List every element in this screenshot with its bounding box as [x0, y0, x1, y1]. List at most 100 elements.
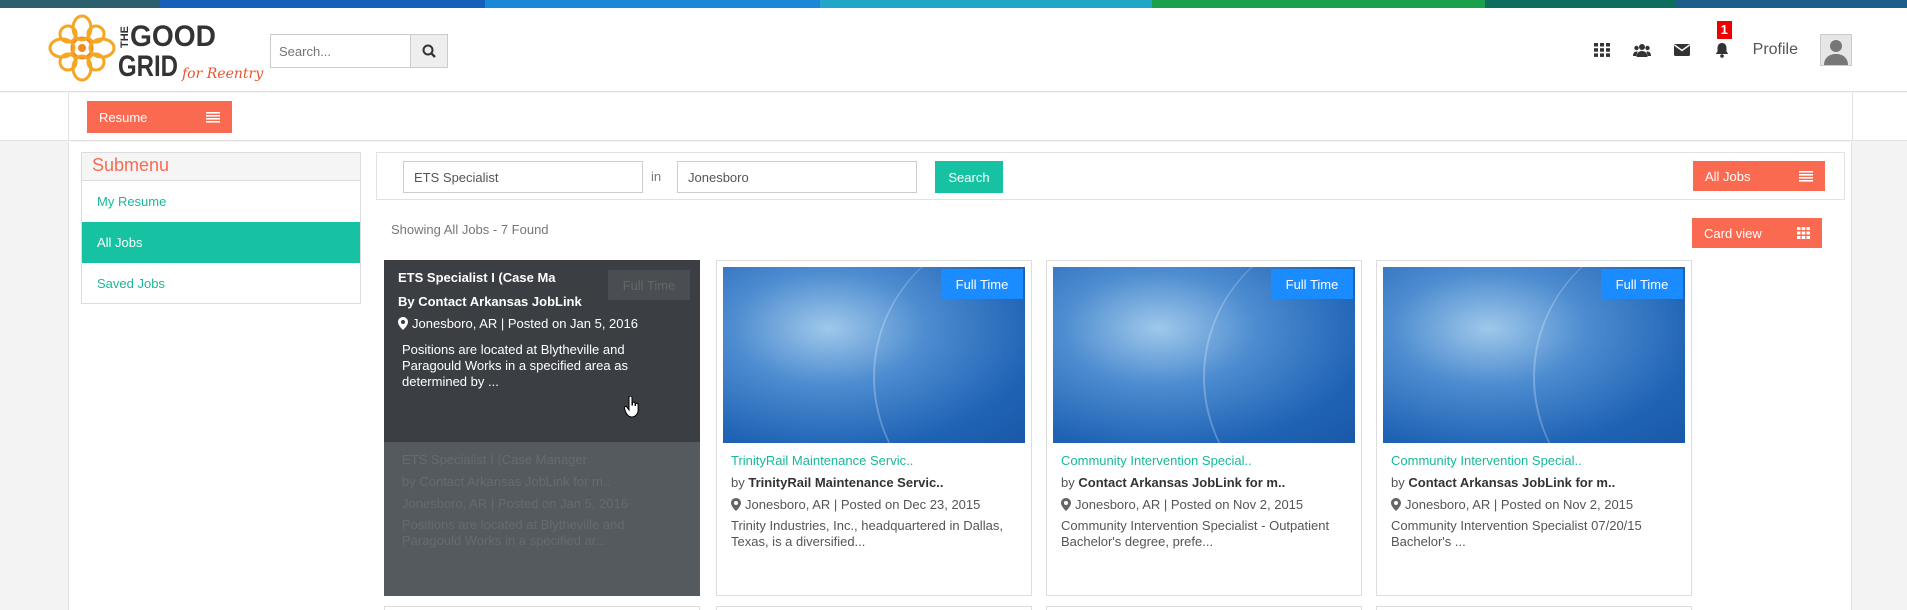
- header-nav-icons: 1 Profile: [1593, 21, 1852, 72]
- logo-good: GOOD: [130, 20, 216, 53]
- job-type-tag: Full Time: [608, 270, 690, 300]
- apps-grid-icon: [1593, 43, 1610, 57]
- job-location: Jonesboro, AR | Posted on Jan 5, 2016: [398, 316, 638, 331]
- job-title[interactable]: TrinityRail Maintenance Servic..: [731, 453, 913, 468]
- job-location-text: Jonesboro, AR | Posted on Jan 5, 2016: [412, 316, 638, 331]
- divider: [1852, 93, 1853, 141]
- envelope-icon: [1673, 44, 1690, 56]
- avatar[interactable]: [1820, 34, 1852, 66]
- job-card[interactable]: Full Time Community Intervention Special…: [1376, 260, 1692, 596]
- job-title[interactable]: Community Intervention Special..: [1391, 453, 1582, 468]
- faded-company: by Contact Arkansas JobLink for m..: [402, 474, 611, 489]
- notifications-button[interactable]: 1: [1713, 21, 1732, 59]
- job-card[interactable]: Full Time Community Intervention Special…: [1046, 260, 1362, 596]
- divider: [68, 93, 69, 141]
- apps-grid-button[interactable]: [1593, 41, 1611, 59]
- grid-view-icon: [1797, 227, 1810, 239]
- all-jobs-dropdown-button[interactable]: All Jobs: [1693, 161, 1825, 191]
- job-keyword-input[interactable]: [403, 161, 643, 193]
- list-menu-icon: [206, 111, 220, 123]
- color-segment: [820, 0, 1152, 8]
- job-location-text: Jonesboro, AR | Posted on Dec 23, 2015: [745, 497, 981, 512]
- map-marker-icon: [398, 317, 408, 330]
- results-count: Showing All Jobs - 7 Found: [391, 222, 549, 237]
- job-description: Community Intervention Specialist 07/20/…: [1391, 518, 1642, 549]
- company-name: TrinityRail Maintenance Servic..: [748, 475, 944, 490]
- color-segment: [160, 0, 485, 8]
- top-color-strip: [0, 0, 1907, 8]
- submenu-panel: Submenu My Resume All Jobs Saved Jobs: [81, 152, 361, 304]
- color-segment: [1152, 0, 1485, 8]
- submenu-title: Submenu: [82, 153, 360, 181]
- job-title[interactable]: Community Intervention Special..: [1061, 453, 1252, 468]
- map-marker-icon: [1391, 498, 1401, 511]
- hand-cursor-icon: [624, 396, 639, 418]
- job-title[interactable]: ETS Specialist I (Case Ma: [398, 270, 556, 285]
- color-segment: [0, 0, 160, 8]
- job-type-tag: Full Time: [941, 269, 1023, 299]
- job-location-text: Jonesboro, AR | Posted on Nov 2, 2015: [1405, 497, 1634, 512]
- all-jobs-button-label: All Jobs: [1705, 168, 1751, 184]
- job-location: Jonesboro, AR | Posted on Nov 2, 2015: [1061, 497, 1303, 512]
- job-filter-bar: in Search All Jobs: [376, 152, 1845, 200]
- job-company: by Contact Arkansas JobLink for m..: [1061, 475, 1285, 490]
- by-prefix: by: [1061, 475, 1075, 490]
- in-label: in: [651, 169, 662, 184]
- notification-badge: 1: [1716, 21, 1732, 39]
- by-prefix: by: [731, 475, 745, 490]
- next-row-card-edge: [716, 606, 1032, 610]
- sub-toolbar: Resume: [0, 93, 1907, 141]
- job-description: Positions are located at Blytheville and…: [402, 342, 628, 389]
- job-type-tag: Full Time: [1601, 269, 1683, 299]
- company-name: Contact Arkansas JobLink for m..: [1078, 475, 1286, 490]
- submenu-item-saved-jobs[interactable]: Saved Jobs: [82, 263, 360, 304]
- job-search-button[interactable]: Search: [935, 161, 1003, 193]
- job-type-tag: Full Time: [1271, 269, 1353, 299]
- faded-description: Positions are located at Blytheville and…: [402, 517, 625, 548]
- card-view-label: Card view: [1704, 225, 1762, 241]
- job-description: Trinity Industries, Inc., headquartered …: [731, 518, 1003, 549]
- global-search-button[interactable]: [410, 34, 448, 68]
- next-row-card-edge: [1046, 606, 1362, 610]
- connections-button[interactable]: [1632, 41, 1651, 59]
- submenu-item-all-jobs[interactable]: All Jobs: [82, 222, 360, 263]
- logo-grid: GRID: [118, 50, 178, 83]
- profile-link[interactable]: Profile: [1753, 41, 1798, 59]
- job-location-input[interactable]: [677, 161, 917, 193]
- list-menu-icon: [1799, 170, 1813, 182]
- logo-tagline: for Reentry: [181, 66, 264, 82]
- job-card[interactable]: Full Time TrinityRail Maintenance Servic…: [716, 260, 1032, 596]
- search-icon: [422, 44, 436, 58]
- bell-icon: [1715, 43, 1728, 58]
- resume-button-label: Resume: [99, 109, 148, 125]
- users-icon: [1632, 44, 1651, 57]
- job-location: Jonesboro, AR | Posted on Nov 2, 2015: [1391, 497, 1633, 512]
- top-navbar: THE GOOD GRID for Reentry Search... 1 Pr…: [0, 8, 1907, 92]
- map-marker-icon: [731, 498, 741, 511]
- good-grid-logo[interactable]: THE GOOD GRID for Reentry: [48, 12, 268, 90]
- next-row-card-edge: [384, 606, 700, 610]
- faded-location: Jonesboro, AR | Posted on Jan 5, 2016: [402, 496, 628, 511]
- map-marker-icon: [1061, 498, 1071, 511]
- job-card-hovered[interactable]: Full Time ETS Specialist I (Case Ma By C…: [384, 260, 700, 596]
- flower-logo-icon: THE GOOD GRID for Reentry: [48, 14, 264, 83]
- faded-title: ETS Specialist I (Case Manager: [402, 452, 587, 467]
- job-company: By Contact Arkansas JobLink: [398, 294, 582, 309]
- user-avatar-icon: [1821, 35, 1851, 65]
- company-name: Contact Arkansas JobLink for m..: [1408, 475, 1616, 490]
- job-location: Jonesboro, AR | Posted on Dec 23, 2015: [731, 497, 980, 512]
- color-segment: [1485, 0, 1675, 8]
- job-company: by Contact Arkansas JobLink for m..: [1391, 475, 1615, 490]
- messages-button[interactable]: [1673, 41, 1691, 59]
- global-search-input[interactable]: [270, 34, 410, 68]
- color-segment: [1675, 0, 1907, 8]
- job-company: by TrinityRail Maintenance Servic..: [731, 475, 943, 490]
- submenu-item-my-resume[interactable]: My Resume: [82, 181, 360, 222]
- resume-dropdown-button[interactable]: Resume: [87, 101, 232, 133]
- by-prefix: by: [1391, 475, 1405, 490]
- job-description: Community Intervention Specialist - Outp…: [1061, 518, 1330, 549]
- card-view-toggle[interactable]: Card view: [1692, 218, 1822, 248]
- job-location-text: Jonesboro, AR | Posted on Nov 2, 2015: [1075, 497, 1304, 512]
- color-segment: [485, 0, 820, 8]
- next-row-card-edge: [1376, 606, 1692, 610]
